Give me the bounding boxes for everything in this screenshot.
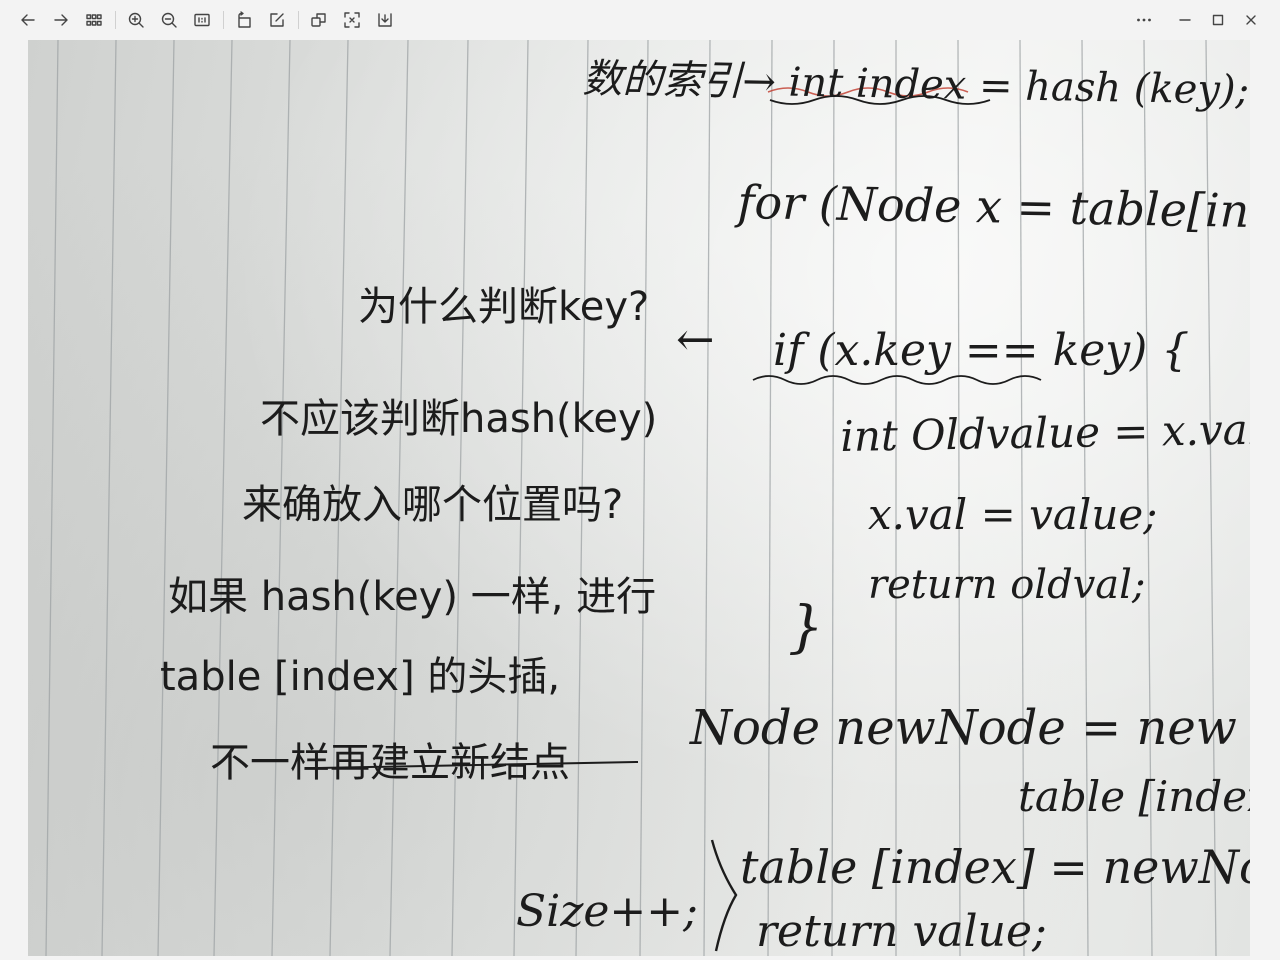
forward-arrow-icon[interactable] [47, 6, 75, 34]
ocr-scan-icon[interactable] [338, 6, 366, 34]
close-icon[interactable] [1237, 6, 1265, 34]
note-question-1: 为什么判断key? [358, 284, 650, 330]
note-line-newnode: Node newNode = new Node ( [690, 700, 1250, 756]
save-download-icon[interactable] [371, 6, 399, 34]
note-question-4: 如果 hash(key) 一样, 进行 [168, 574, 657, 620]
note-line-assign: x.val = value; [868, 490, 1158, 539]
note-line-return-old: return oldval; [868, 562, 1146, 608]
note-arrow: ← [676, 312, 715, 366]
toolbar-divider [298, 11, 299, 29]
note-line-oldvalue: int Oldvalue = x.val; [840, 404, 1250, 461]
note-line-index: 数的索引→ int index = hash (key); [582, 55, 1250, 114]
viewer-toolbar [0, 0, 1280, 40]
note-line-return-value: return value; [756, 906, 1047, 956]
more-options-icon[interactable] [1130, 6, 1158, 34]
note-question-2: 不应该判断hash(key) [260, 396, 658, 442]
toolbar-divider [115, 11, 116, 29]
back-arrow-icon[interactable] [14, 6, 42, 34]
minimize-icon[interactable] [1171, 6, 1199, 34]
note-line-table-index-tail: table [index] [1018, 772, 1250, 821]
copy-icon[interactable] [305, 6, 333, 34]
note-question-5: table [index] 的头插, [160, 654, 561, 700]
actual-size-icon[interactable] [188, 6, 216, 34]
note-line-if: if (x.key == key) { [773, 325, 1190, 376]
note-line-table-assign: table [index] = newNode; [740, 840, 1250, 894]
maximize-icon[interactable] [1204, 6, 1232, 34]
edit-icon[interactable] [263, 6, 291, 34]
note-line-size-inc: Size++; [516, 886, 698, 937]
toolbar-divider [223, 11, 224, 29]
zoom-in-icon[interactable] [122, 6, 150, 34]
thumbnail-grid-icon[interactable] [80, 6, 108, 34]
zoom-out-icon[interactable] [155, 6, 183, 34]
note-close-brace: } [788, 595, 824, 660]
rotate-icon[interactable] [230, 6, 258, 34]
note-question-3: 来确放入哪个位置吗? [242, 482, 624, 528]
handwritten-note-photo: 数的索引→ int index = hash (key); for (Node … [28, 40, 1250, 956]
note-question-6: 不一样再建立新结点 [210, 740, 570, 786]
